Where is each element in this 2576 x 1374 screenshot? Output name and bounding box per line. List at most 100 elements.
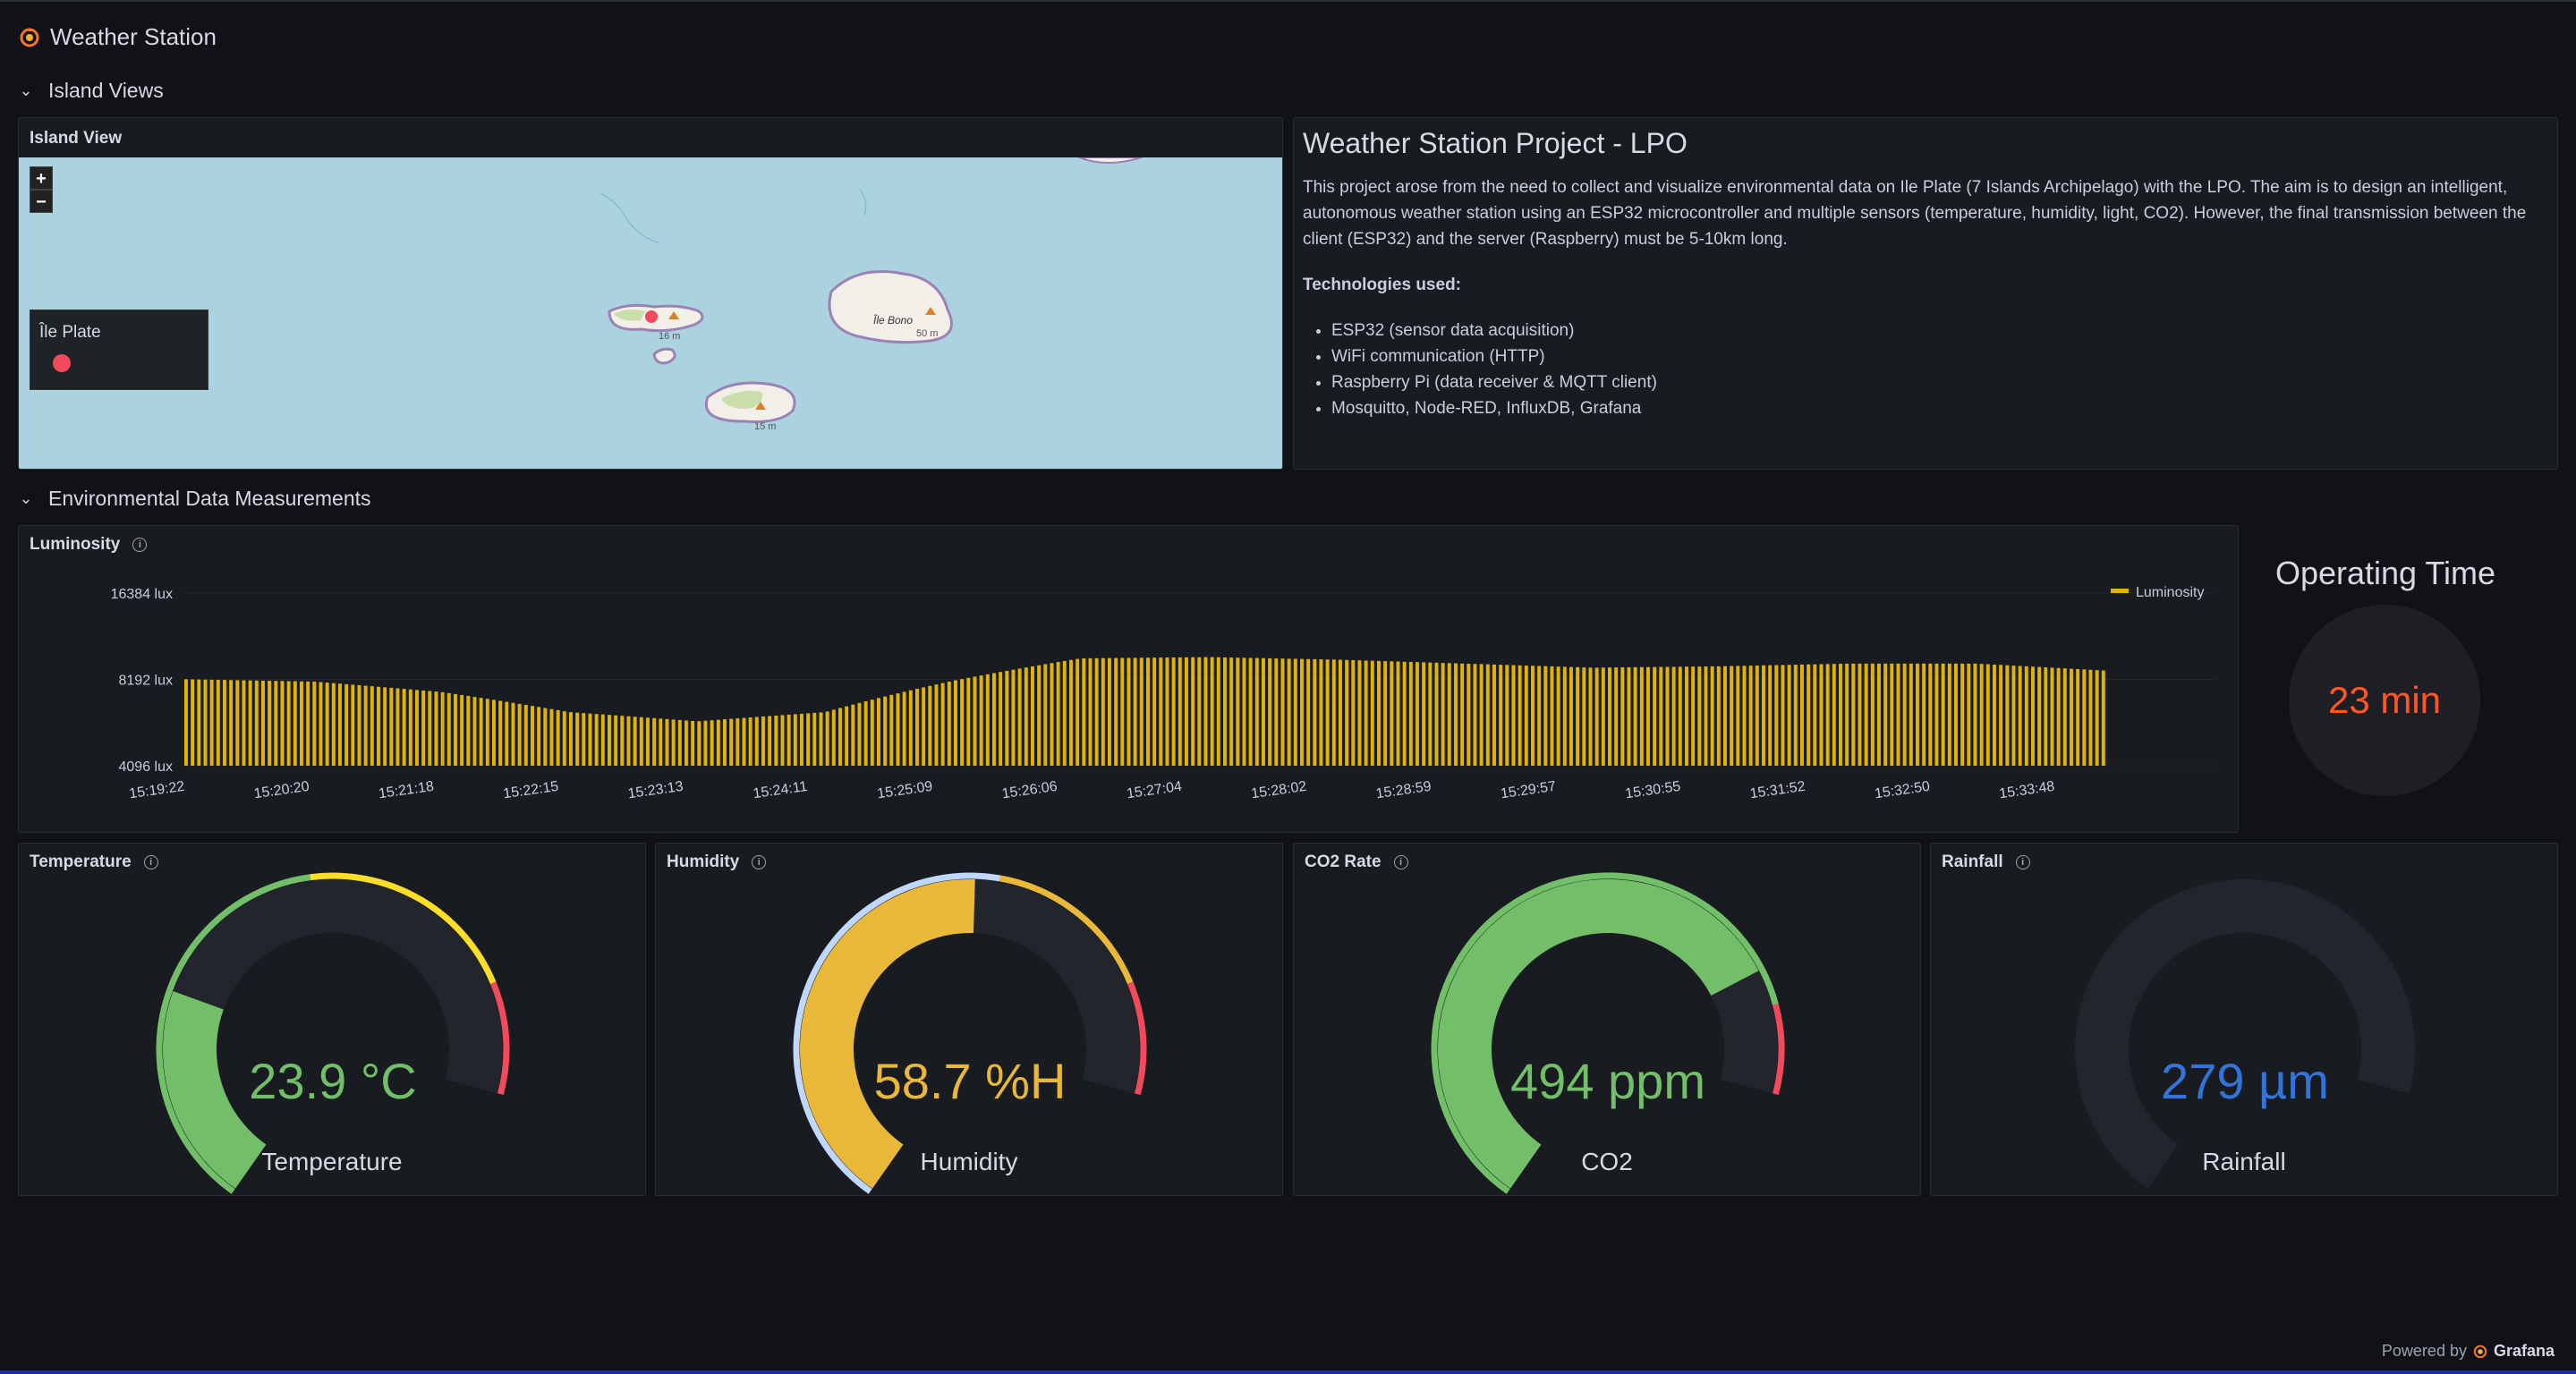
- luminosity-bar: [768, 716, 772, 766]
- luminosity-bar: [1434, 662, 1439, 766]
- luminosity-bar: [1877, 663, 1881, 766]
- luminosity-bar: [1967, 663, 1971, 766]
- luminosity-bar: [1543, 666, 1548, 766]
- dashboard-title[interactable]: Weather Station: [50, 23, 217, 51]
- list-item: WiFi communication (HTTP): [1331, 344, 2545, 369]
- luminosity-bar: [1576, 666, 1580, 766]
- luminosity-bar: [446, 692, 451, 766]
- luminosity-bar: [863, 700, 868, 766]
- luminosity-bar: [1447, 663, 1451, 766]
- luminosity-bar: [1108, 657, 1111, 766]
- luminosity-bar: [1185, 657, 1188, 766]
- luminosity-bar: [1460, 663, 1465, 766]
- row-environmental-data[interactable]: ⌄ Environmental Data Measurements: [18, 480, 371, 516]
- luminosity-bar: [1742, 666, 1747, 766]
- luminosity-bar: [1370, 660, 1374, 766]
- gauge: 23.9 °C: [156, 872, 510, 1194]
- x-tick-label: 15:29:57: [1500, 779, 1557, 802]
- luminosity-bar: [761, 716, 765, 766]
- luminosity-bar: [2044, 667, 2048, 766]
- luminosity-bar: [415, 690, 419, 766]
- luminosity-bar: [1479, 664, 1484, 766]
- luminosity-bar: [421, 690, 426, 766]
- luminosity-bar: [947, 682, 951, 766]
- luminosity-bar: [1730, 666, 1734, 766]
- luminosity-bar: [1011, 669, 1016, 766]
- grafana-brand[interactable]: Grafana: [2494, 1342, 2555, 1361]
- svg-text:15 m: 15 m: [754, 421, 776, 432]
- luminosity-bar: [1062, 660, 1067, 766]
- luminosity-bar: [1082, 657, 1086, 766]
- luminosity-bar: [684, 720, 688, 766]
- luminosity-bar: [1941, 663, 1945, 766]
- x-tick-label: 15:30:55: [1624, 779, 1681, 802]
- luminosity-bar: [934, 684, 939, 766]
- station-marker[interactable]: [645, 310, 658, 323]
- luminosity-bar: [819, 712, 823, 766]
- luminosity-bar: [325, 683, 329, 766]
- gauge: 279 µm: [2075, 879, 2415, 1189]
- y-tick-label: 4096 lux: [119, 759, 174, 775]
- luminosity-chart[interactable]: 16384 lux 8192 lux 4096 lux 15:19:22 15:20:2…: [19, 526, 2238, 832]
- luminosity-bar: [235, 680, 240, 766]
- luminosity-bar: [2050, 667, 2054, 766]
- row-title: Environmental Data Measurements: [48, 486, 371, 510]
- x-tick-label: 15:24:11: [752, 779, 809, 802]
- luminosity-bar: [786, 714, 791, 766]
- luminosity-bar: [434, 691, 438, 766]
- luminosity-bar: [1807, 664, 1811, 766]
- map-canvas[interactable]: 16 m Île Bono 50 m 15 m + − Île Plate: [19, 157, 1282, 469]
- luminosity-bar: [517, 703, 522, 766]
- luminosity-bar: [2024, 666, 2028, 766]
- luminosity-bar: [582, 713, 586, 766]
- luminosity-bar: [1377, 660, 1381, 766]
- luminosity-bar: [1710, 666, 1714, 766]
- luminosity-bar: [377, 686, 380, 766]
- gauge-label: Humidity: [920, 1148, 1018, 1175]
- luminosity-bar: [1306, 658, 1311, 766]
- luminosity-bar: [1325, 659, 1330, 766]
- luminosity-bar: [845, 706, 849, 766]
- luminosity-bar: [1909, 663, 1913, 766]
- luminosity-bar: [1146, 657, 1150, 766]
- luminosity-bar: [498, 700, 503, 766]
- luminosity-bar: [1177, 657, 1182, 766]
- legend-label[interactable]: Luminosity: [2136, 585, 2204, 600]
- x-tick-label: 15:21:18: [378, 779, 435, 802]
- luminosity-bar: [1653, 666, 1657, 766]
- luminosity-bar: [357, 684, 361, 766]
- luminosity-bar: [1639, 666, 1644, 766]
- luminosity-bar: [1031, 666, 1034, 766]
- luminosity-bar: [191, 679, 195, 766]
- zoom-out-button[interactable]: −: [30, 190, 53, 213]
- luminosity-bar: [979, 675, 983, 766]
- luminosity-bar: [209, 679, 214, 766]
- luminosity-bar: [1993, 664, 1996, 766]
- luminosity-bar: [1300, 658, 1304, 766]
- luminosity-bar: [780, 715, 785, 766]
- x-tick-label: 15:19:22: [128, 779, 185, 802]
- luminosity-bar: [1685, 666, 1688, 766]
- luminosity-bar: [1550, 666, 1554, 766]
- chevron-down-icon: ⌄: [19, 488, 33, 507]
- luminosity-bar: [1608, 667, 1611, 766]
- zoom-in-button[interactable]: +: [30, 166, 53, 190]
- luminosity-bar: [2018, 666, 2022, 766]
- luminosity-bar: [1114, 657, 1118, 766]
- grafana-icon[interactable]: [18, 26, 41, 49]
- luminosity-bar: [1723, 666, 1727, 766]
- project-description-panel: Weather Station Project - LPO This proje…: [1293, 117, 2558, 470]
- luminosity-bar: [2095, 670, 2099, 766]
- legend-swatch: [2111, 589, 2129, 593]
- luminosity-bar: [1973, 663, 1977, 766]
- row-island-views[interactable]: ⌄ Island Views: [18, 72, 163, 108]
- luminosity-bar: [569, 712, 573, 766]
- gauge-value: 494 ppm: [1510, 1053, 1705, 1109]
- luminosity-bar: [812, 712, 817, 766]
- luminosity-bar: [1511, 665, 1516, 766]
- luminosity-bar: [1242, 657, 1246, 766]
- luminosity-bar: [2011, 666, 2016, 766]
- luminosity-bar: [1133, 657, 1137, 766]
- luminosity-bar: [774, 715, 778, 766]
- luminosity-bar: [754, 717, 759, 766]
